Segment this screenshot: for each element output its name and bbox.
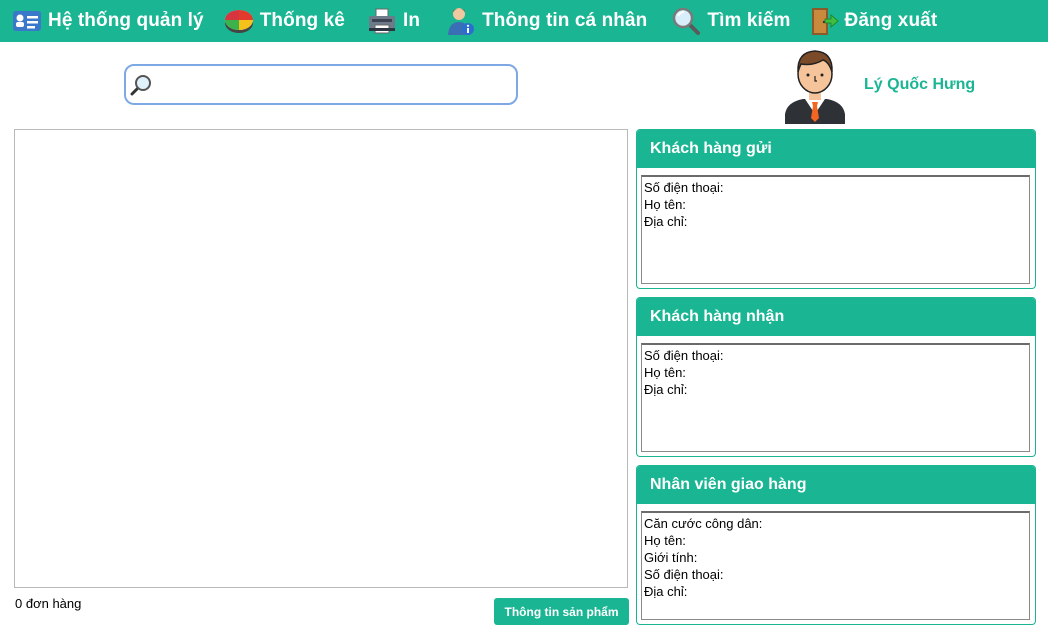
receiver-address-label: Địa chỉ:	[644, 382, 688, 397]
magnifier-icon	[671, 6, 701, 36]
user-info-icon	[446, 6, 476, 36]
receiver-name-label: Họ tên:	[644, 365, 686, 380]
sender-panel-title: Khách hàng gửi	[637, 130, 1035, 168]
search-input[interactable]	[124, 64, 518, 105]
shipper-gender-label: Giới tính:	[644, 550, 698, 565]
sender-panel: Khách hàng gửi Số điện thoại: Họ tên: Đị…	[636, 129, 1036, 289]
sender-phone-label: Số điện thoại:	[644, 180, 724, 195]
statistics-menu[interactable]: Thống kê	[218, 0, 351, 42]
shipper-panel-title: Nhân viên giao hàng	[637, 466, 1035, 504]
search-menu[interactable]: Tìm kiếm	[665, 0, 796, 42]
exit-door-icon	[809, 6, 839, 36]
statistics-menu-label: Thống kê	[259, 10, 345, 31]
shipper-id-label: Căn cước công dân:	[644, 516, 763, 531]
shipper-phone-label: Số điện thoại:	[644, 567, 724, 582]
receiver-phone-label: Số điện thoại:	[644, 348, 724, 363]
search-icon	[130, 74, 152, 96]
logout-menu[interactable]: Đăng xuất	[803, 0, 944, 42]
shipper-panel: Nhân viên giao hàng Căn cước công dân: H…	[636, 465, 1036, 625]
profile-menu-label: Thông tin cá nhân	[482, 10, 648, 31]
receiver-panel: Khách hàng nhận Số điện thoại: Họ tên: Đ…	[636, 297, 1036, 457]
printer-icon	[367, 6, 397, 36]
sender-details[interactable]: Số điện thoại: Họ tên: Địa chỉ:	[641, 175, 1030, 284]
logout-menu-label: Đăng xuất	[844, 10, 938, 31]
pie-chart-icon	[224, 6, 254, 36]
order-count: 0 đơn hàng	[15, 596, 82, 611]
print-menu[interactable]: In	[361, 0, 426, 42]
profile-menu[interactable]: Thông tin cá nhân	[440, 0, 653, 42]
menu-bar: Hệ thống quản lý Thống kê In Thông tin c…	[0, 0, 1048, 42]
management-icon	[12, 6, 42, 36]
shipper-details[interactable]: Căn cước công dân: Họ tên: Giới tính: Số…	[641, 511, 1030, 620]
receiver-details[interactable]: Số điện thoại: Họ tên: Địa chỉ:	[641, 343, 1030, 452]
receiver-panel-title: Khách hàng nhận	[637, 298, 1035, 336]
management-menu[interactable]: Hệ thống quản lý	[6, 0, 210, 42]
sender-address-label: Địa chỉ:	[644, 214, 688, 229]
user-name: Lý Quốc Hưng	[864, 76, 976, 93]
order-list[interactable]	[14, 129, 628, 588]
management-menu-label: Hệ thống quản lý	[48, 10, 204, 31]
avatar	[783, 44, 847, 124]
product-info-button[interactable]: Thông tin sản phẩm	[494, 598, 629, 625]
print-menu-label: In	[402, 10, 421, 31]
shipper-address-label: Địa chỉ:	[644, 584, 688, 599]
shipper-name-label: Họ tên:	[644, 533, 686, 548]
search-menu-label: Tìm kiếm	[707, 10, 791, 31]
sender-name-label: Họ tên:	[644, 197, 686, 212]
